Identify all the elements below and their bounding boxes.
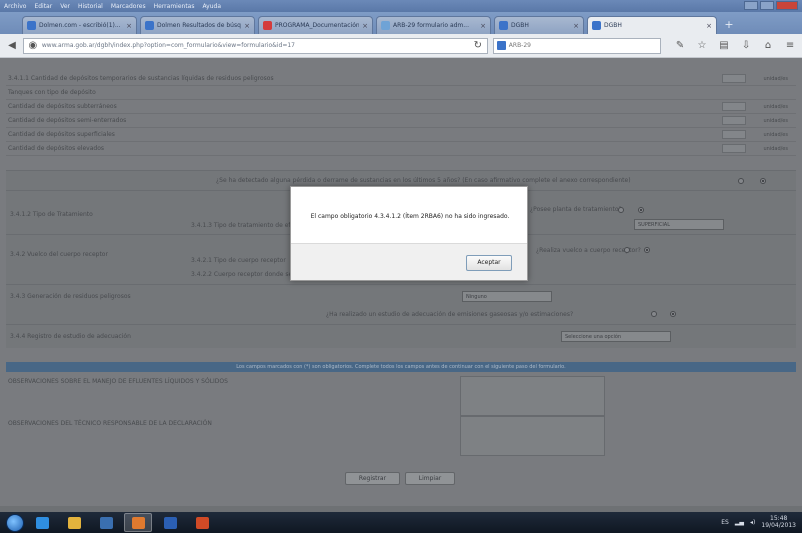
- taskbar-app-firefox[interactable]: [124, 513, 152, 532]
- taskbar: ES ▂▄ ◂) 15:48 19/04/2013: [0, 512, 802, 533]
- close-tab-icon[interactable]: ×: [573, 22, 579, 30]
- modal-overlay: [0, 58, 802, 506]
- menu-item-historial[interactable]: Historial: [78, 3, 103, 10]
- tab-bar: Dolmen.com - escribió(1)... × Dolmen Resu…: [0, 12, 802, 34]
- alert-message: El campo obligatorio 4.3.4.1.2 (Ítem 2RB…: [310, 212, 510, 220]
- menu-item-marcadores[interactable]: Marcadores: [111, 3, 146, 10]
- word-icon: [163, 516, 177, 529]
- download-icon[interactable]: ⇩: [740, 40, 752, 52]
- tab-label: DGBH: [604, 22, 622, 29]
- home-icon[interactable]: ⌂: [762, 40, 774, 52]
- tab-label: Dolmen.com - escribió(1)...: [39, 22, 121, 29]
- maximize-button[interactable]: [760, 1, 774, 10]
- taskbar-app-powerpoint[interactable]: [188, 513, 216, 532]
- taskbar-app-ie[interactable]: [28, 513, 56, 532]
- bookmarks-icon[interactable]: ▤: [718, 40, 730, 52]
- menu-item-ver[interactable]: Ver: [60, 3, 70, 10]
- network-icon[interactable]: ▂▄: [735, 519, 744, 526]
- star-icon[interactable]: ☆: [696, 40, 708, 52]
- twitter-icon: [263, 21, 272, 30]
- close-window-button[interactable]: [776, 1, 798, 10]
- browser-tab[interactable]: DGBH ×: [494, 16, 584, 34]
- doc-icon: [499, 21, 508, 30]
- language-indicator[interactable]: ES: [721, 519, 729, 526]
- menu-bar: Archivo Editar Ver Historial Marcadores …: [0, 3, 221, 10]
- new-tab-button[interactable]: +: [720, 18, 738, 32]
- browser-tab[interactable]: ARB-29 formulario adm... ×: [376, 16, 491, 34]
- clock-date: 19/04/2013: [761, 522, 796, 529]
- close-tab-icon[interactable]: ×: [480, 22, 486, 30]
- globe-icon: [381, 21, 390, 30]
- pencil-icon[interactable]: ✎: [674, 40, 686, 52]
- volume-icon[interactable]: ◂): [750, 519, 755, 526]
- menu-icon[interactable]: ≡: [784, 40, 796, 52]
- alert-dialog: El campo obligatorio 4.3.4.1.2 (Ítem 2RB…: [290, 186, 528, 281]
- clock-time: 15:48: [770, 515, 788, 522]
- search-engine-icon: [496, 41, 506, 50]
- browser-tab-active[interactable]: DGBH ×: [587, 16, 717, 34]
- internet-explorer-icon: [35, 516, 49, 529]
- browser-tab[interactable]: PROGRAMA_Documentación... ×: [258, 16, 373, 34]
- close-tab-icon[interactable]: ×: [126, 22, 132, 30]
- taskbar-app-explorer[interactable]: [60, 513, 88, 532]
- menu-item-herramientas[interactable]: Herramientas: [154, 3, 195, 10]
- tab-label: DGBH: [511, 22, 529, 29]
- tab-label: ARB-29 formulario adm...: [393, 22, 469, 29]
- taskbar-app-media[interactable]: [92, 513, 120, 532]
- accept-button[interactable]: Aceptar: [466, 255, 512, 271]
- taskbar-app-word[interactable]: [156, 513, 184, 532]
- firefox-icon: [131, 516, 145, 529]
- address-bar[interactable]: ◉ www.arma.gob.ar/dgbh/index.php?option=…: [22, 37, 488, 54]
- globe-icon: ◉: [28, 39, 38, 51]
- browser-tab[interactable]: Dolmen Resultados de búsq... ×: [140, 16, 255, 34]
- alert-footer: Aceptar: [291, 243, 527, 280]
- url-text: www.arma.gob.ar/dgbh/index.php?option=co…: [41, 42, 295, 49]
- close-tab-icon[interactable]: ×: [362, 22, 368, 30]
- tab-label: Dolmen Resultados de búsq...: [157, 22, 242, 29]
- powerpoint-icon: [195, 516, 209, 529]
- back-icon[interactable]: ◀: [6, 40, 18, 52]
- menu-item-editar[interactable]: Editar: [34, 3, 52, 10]
- doc-icon: [592, 21, 601, 30]
- menu-item-archivo[interactable]: Archivo: [4, 3, 26, 10]
- navigation-bar: ◀ ◉ www.arma.gob.ar/dgbh/index.php?optio…: [0, 34, 802, 58]
- window-titlebar: Archivo Editar Ver Historial Marcadores …: [0, 0, 802, 12]
- close-tab-icon[interactable]: ×: [706, 22, 712, 30]
- system-tray: ES ▂▄ ◂) 15:48 19/04/2013: [721, 515, 796, 529]
- reload-icon[interactable]: ↻: [472, 40, 484, 52]
- minimize-button[interactable]: [744, 1, 758, 10]
- media-player-icon: [99, 516, 113, 529]
- folder-icon: [67, 516, 81, 529]
- search-input[interactable]: ARB-29: [492, 37, 662, 54]
- doc-icon: [27, 21, 36, 30]
- start-button[interactable]: [6, 513, 24, 532]
- close-tab-icon[interactable]: ×: [244, 22, 250, 30]
- browser-tab[interactable]: Dolmen.com - escribió(1)... ×: [22, 16, 137, 34]
- search-text: ARB-29: [508, 42, 531, 49]
- tab-label: PROGRAMA_Documentación...: [275, 22, 360, 29]
- doc-icon: [145, 21, 154, 30]
- menu-item-ayuda[interactable]: Ayuda: [202, 3, 221, 10]
- clock[interactable]: 15:48 19/04/2013: [761, 515, 796, 529]
